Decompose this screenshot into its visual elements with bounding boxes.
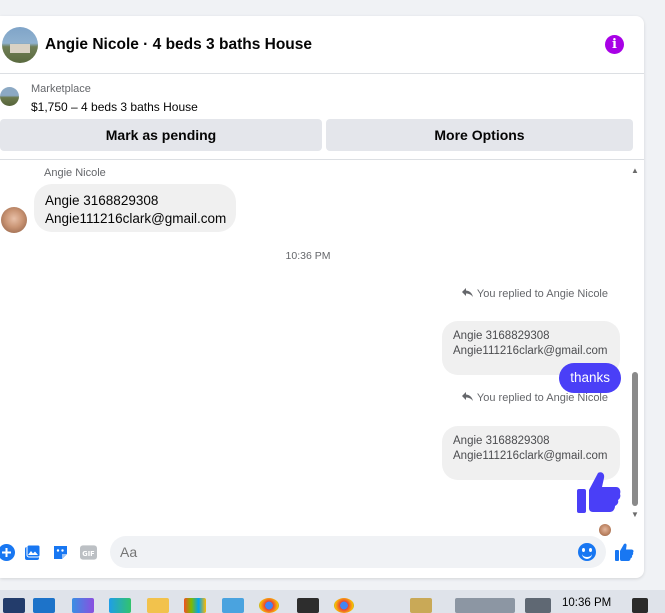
listing-avatar[interactable] xyxy=(2,27,38,63)
message-timestamp: 10:36 PM xyxy=(285,250,331,262)
message-list: Angie Nicole Angie 3168829308 Angie11121… xyxy=(0,160,644,536)
mark-as-pending-button[interactable]: Mark as pending xyxy=(0,119,322,151)
reply-indicator: You replied to Angie Nicole xyxy=(461,392,608,404)
keyboard-icon[interactable] xyxy=(525,598,551,613)
plus-icon[interactable] xyxy=(0,544,15,561)
sender-avatar[interactable] xyxy=(1,207,27,233)
like-icon[interactable] xyxy=(614,542,634,562)
taskbar-clock[interactable]: 10:36 PM xyxy=(562,597,611,609)
store-icon[interactable] xyxy=(184,598,206,613)
reply-indicator: You replied to Angie Nicole xyxy=(461,288,608,300)
listing-summary[interactable]: Marketplace $1,750 – 4 beds 3 baths Hous… xyxy=(0,74,644,118)
sticker-icon[interactable] xyxy=(52,544,69,561)
chat-title[interactable]: Angie Nicole · 4 beds 3 baths House xyxy=(45,36,312,54)
message-line: Angie 3168829308 xyxy=(45,193,159,208)
edge-icon[interactable] xyxy=(109,598,131,613)
quote-line: Angie111216clark@gmail.com xyxy=(453,345,608,357)
quote-line: Angie111216clark@gmail.com xyxy=(453,450,608,462)
scrollbar[interactable]: ▲ ▼ xyxy=(630,166,640,528)
app-icon[interactable] xyxy=(410,598,432,613)
chat-header: Angie Nicole · 4 beds 3 baths House i xyxy=(0,16,644,74)
copilot-icon[interactable] xyxy=(72,598,94,613)
listing-price: $1,750 – 4 beds 3 baths House xyxy=(31,100,198,114)
listing-source-label: Marketplace xyxy=(31,83,91,95)
reply-indicator-label: You replied to Angie Nicole xyxy=(476,288,608,300)
listing-thumbnail xyxy=(0,87,19,106)
scroll-up-icon[interactable]: ▲ xyxy=(631,166,639,175)
photo-icon[interactable] xyxy=(24,544,41,561)
svg-text:GIF: GIF xyxy=(82,550,94,558)
sender-name: Angie Nicole xyxy=(44,167,106,179)
message-line: Angie111216clark@gmail.com xyxy=(45,211,227,226)
windows-icon[interactable] xyxy=(3,598,25,613)
chat-window: Angie Nicole · 4 beds 3 baths House i Ma… xyxy=(0,16,644,578)
outgoing-message[interactable]: thanks xyxy=(559,363,621,393)
notification-icon[interactable] xyxy=(632,598,648,613)
chrome-active-icon[interactable] xyxy=(334,598,354,613)
emoji-icon[interactable] xyxy=(578,543,596,561)
info-icon[interactable]: i xyxy=(605,35,624,54)
file-explorer-icon[interactable] xyxy=(147,598,169,613)
message-input-box[interactable] xyxy=(110,536,606,568)
system-tray[interactable] xyxy=(455,598,515,613)
thumbs-up-icon[interactable] xyxy=(574,469,622,517)
scroll-down-icon[interactable]: ▼ xyxy=(631,510,639,519)
reply-indicator-label: You replied to Angie Nicole xyxy=(476,392,608,404)
composer: GIF xyxy=(0,534,644,578)
app-icon[interactable] xyxy=(222,598,244,613)
message-input[interactable] xyxy=(120,536,580,568)
chrome-icon[interactable] xyxy=(259,598,279,613)
quote-line: Angie 3168829308 xyxy=(453,330,550,342)
taskbar: 10:36 PM xyxy=(0,590,665,613)
wifi-icon[interactable] xyxy=(297,598,319,613)
incoming-message[interactable]: Angie 3168829308 Angie111216clark@gmail.… xyxy=(34,184,236,232)
gif-icon[interactable]: GIF xyxy=(80,544,97,561)
more-options-button[interactable]: More Options xyxy=(326,119,633,151)
reply-arrow-icon xyxy=(461,392,473,404)
reply-arrow-icon xyxy=(461,288,473,300)
scrollbar-thumb[interactable] xyxy=(632,372,638,506)
quote-line: Angie 3168829308 xyxy=(453,435,550,447)
mail-icon[interactable] xyxy=(33,598,55,613)
